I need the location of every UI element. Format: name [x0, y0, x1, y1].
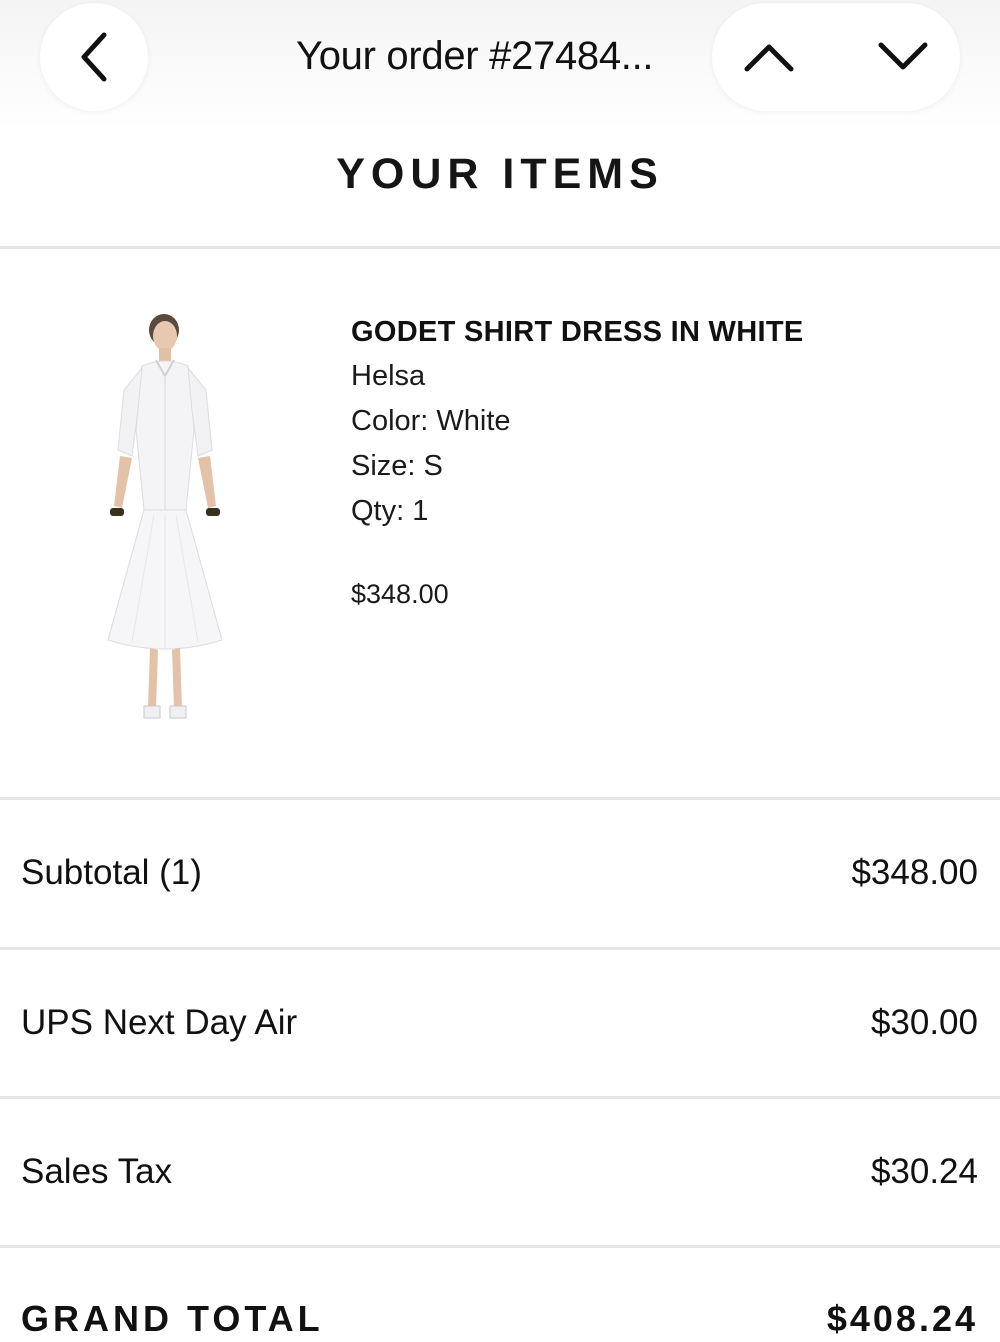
grand-total-value: $408.24 — [826, 1298, 978, 1339]
next-order-button[interactable] — [848, 3, 958, 111]
summary-row-tax: Sales Tax $30.24 — [0, 1099, 1000, 1247]
chevron-left-icon — [81, 32, 107, 82]
product-size: Size: S — [351, 450, 443, 482]
divider — [0, 246, 1000, 249]
summary-label: Sales Tax — [21, 1152, 173, 1191]
product-brand: Helsa — [351, 360, 426, 392]
grand-total-label: GRAND TOTAL — [21, 1298, 324, 1339]
previous-order-button[interactable] — [714, 3, 824, 111]
summary-value: $348.00 — [851, 853, 978, 892]
summary-row-subtotal: Subtotal (1) $348.00 — [0, 800, 1000, 948]
summary-value: $30.00 — [870, 1003, 978, 1042]
summary-label: Subtotal (1) — [21, 853, 202, 892]
summary-row-shipping: UPS Next Day Air $30.00 — [0, 950, 1000, 1098]
dress-model-illustration — [107, 314, 223, 719]
back-button[interactable] — [40, 3, 148, 111]
order-title: Your order #27484... — [296, 34, 654, 78]
summary-value: $30.24 — [870, 1152, 978, 1191]
product-color: Color: White — [351, 405, 511, 437]
chevron-up-icon — [744, 44, 794, 72]
top-navigation-bar: Your order #27484... — [0, 0, 1000, 130]
product-image[interactable] — [98, 310, 232, 730]
product-quantity: Qty: 1 — [351, 495, 429, 527]
order-navigation-pill — [712, 3, 960, 111]
product-name[interactable]: GODET SHIRT DRESS IN WHITE — [351, 310, 971, 354]
product-price: $348.00 — [351, 579, 449, 609]
section-heading: YOUR ITEMS — [336, 150, 664, 198]
summary-label: UPS Next Day Air — [21, 1003, 298, 1042]
item-details: GODET SHIRT DRESS IN WHITE Helsa Color: … — [351, 310, 971, 614]
divider — [0, 1245, 1000, 1248]
chevron-down-icon — [878, 42, 928, 70]
